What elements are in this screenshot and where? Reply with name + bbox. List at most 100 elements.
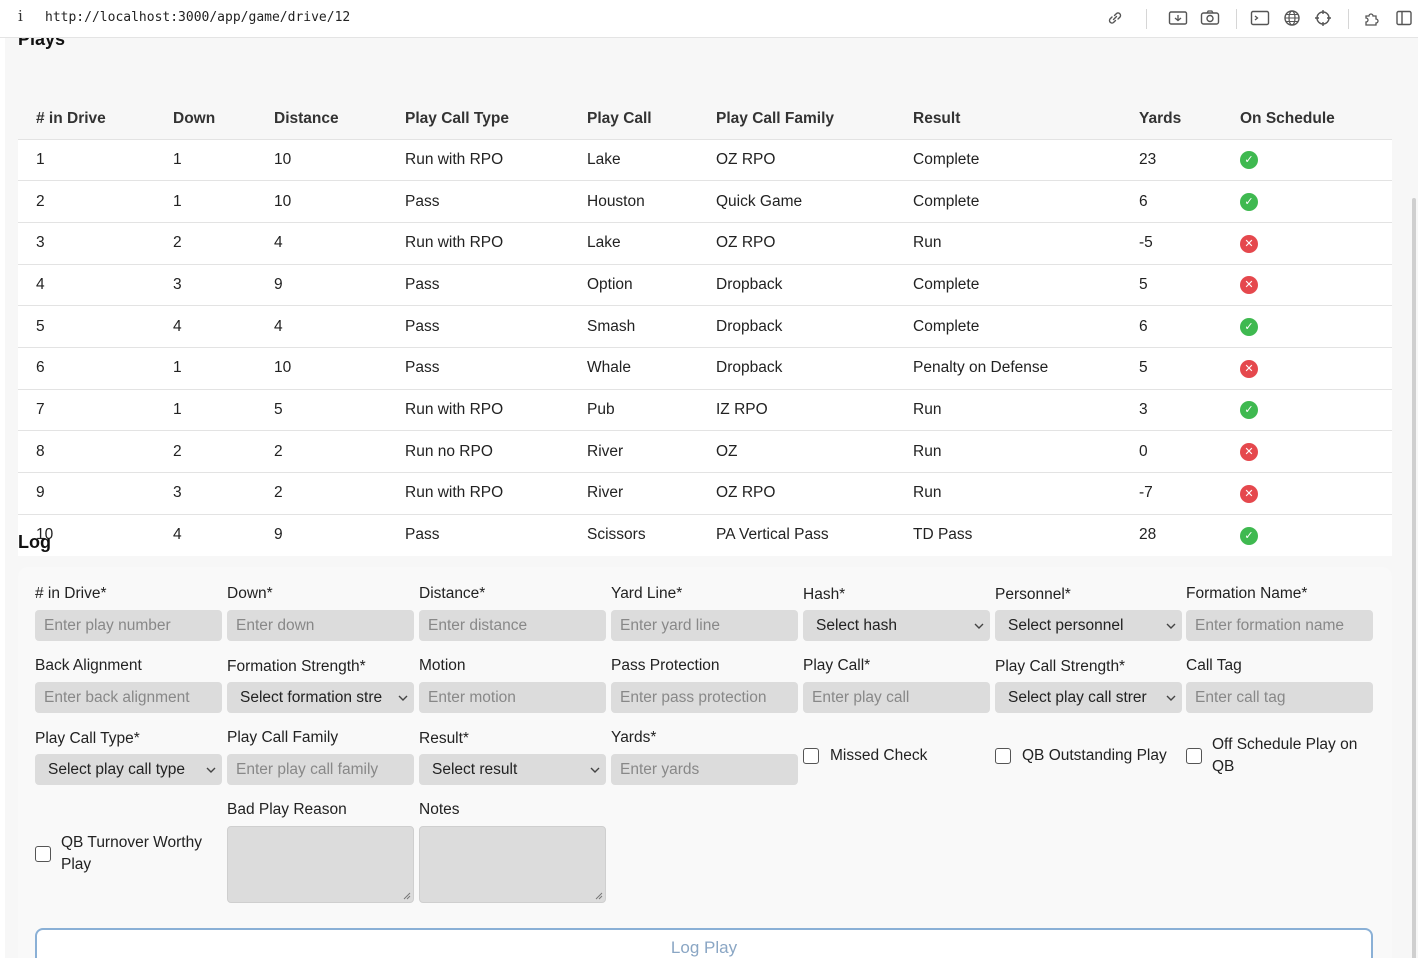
qb-turnover-label: QB Turnover Worthy Play xyxy=(61,834,202,873)
formation-name-input[interactable]: Enter formation name xyxy=(1186,610,1373,641)
result-select[interactable]: Select result xyxy=(419,754,606,785)
table-row[interactable]: 10 4 9 Pass Scissors PA Vertical Pass TD Pass 2… xyxy=(18,513,1392,556)
table-row[interactable]: 9 3 2 Run with RPO River OZ RPO Run -7 ✕ xyxy=(18,472,1392,515)
in-drive-input[interactable]: Enter play number xyxy=(35,610,222,641)
table-row[interactable]: 8 2 2 Run no RPO River OZ Run 0 ✕ xyxy=(18,430,1392,473)
notes-label: Notes xyxy=(419,801,460,818)
x-circle-icon: ✕ xyxy=(1240,484,1258,503)
table-cell-type: Pass xyxy=(405,305,587,348)
table-row[interactable]: 4 3 9 Pass Option Dropback Complete 5 ✕ xyxy=(18,263,1392,306)
personnel-select[interactable]: Select personnel xyxy=(995,610,1182,641)
check-circle-icon: ✓ xyxy=(1240,401,1258,420)
back-alignment-input[interactable]: Enter back alignment xyxy=(35,682,222,713)
play-call-family-input[interactable]: Enter play call family xyxy=(227,754,414,785)
table-cell-yards: 3 xyxy=(1139,388,1240,431)
table-cell-distance: 5 xyxy=(274,388,405,431)
table-row[interactable]: 1 1 10 Run with RPO Lake OZ RPO Complete 23 ✓ xyxy=(18,138,1392,181)
scrollbar[interactable] xyxy=(1412,198,1416,958)
play-call-strength-select[interactable]: Select play call strer xyxy=(995,682,1182,713)
table-cell-down: 4 xyxy=(173,305,274,348)
column-header[interactable]: Down xyxy=(173,100,274,139)
down-input[interactable]: Enter down xyxy=(227,610,414,641)
call-tag-input[interactable]: Enter call tag xyxy=(1186,682,1373,713)
bad-play-reason-textarea[interactable] xyxy=(227,826,414,903)
link-icon[interactable] xyxy=(1105,8,1125,28)
play-call-input[interactable]: Enter play call xyxy=(803,682,990,713)
extensions-icon[interactable] xyxy=(1363,8,1383,28)
yard-line-label: Yard Line* xyxy=(611,585,683,602)
table-cell-num: 3 xyxy=(18,221,173,265)
table-row[interactable]: 7 1 5 Run with RPO Pub IZ RPO Run 3 ✓ xyxy=(18,388,1392,431)
screenshot-icon[interactable] xyxy=(1168,8,1188,28)
sidebar-toggle-icon[interactable] xyxy=(1394,8,1414,28)
table-cell-on-schedule: ✕ xyxy=(1240,263,1392,306)
qb-outstanding-checkbox[interactable] xyxy=(995,748,1011,764)
table-cell-distance: 2 xyxy=(274,430,405,473)
pass-protection-input[interactable]: Enter pass protection xyxy=(611,682,798,713)
globe-icon[interactable] xyxy=(1282,8,1302,28)
motion-input[interactable]: Enter motion xyxy=(419,682,606,713)
table-row[interactable]: 3 2 4 Run with RPO Lake OZ RPO Run -5 ✕ xyxy=(18,221,1392,265)
column-header[interactable]: On Schedule xyxy=(1240,100,1392,139)
column-header[interactable]: Yards xyxy=(1139,100,1240,139)
notes-textarea[interactable] xyxy=(419,826,606,903)
table-row[interactable]: 6 1 10 Pass Whale Dropback Penalty on Defense 5… xyxy=(18,346,1392,390)
column-header[interactable]: Result xyxy=(913,100,1139,139)
table-cell-type: Pass xyxy=(405,513,587,556)
camera-icon[interactable] xyxy=(1200,8,1220,28)
table-cell-family: PA Vertical Pass xyxy=(716,513,913,556)
table-cell-distance: 10 xyxy=(274,138,405,181)
table-cell-result: Run xyxy=(913,388,1139,431)
column-header[interactable]: Play Call Family xyxy=(716,100,913,139)
x-circle-icon: ✕ xyxy=(1240,276,1258,295)
column-header[interactable]: Play Call Type xyxy=(405,100,587,139)
table-cell-down: 1 xyxy=(173,388,274,431)
table-cell-on-schedule: ✓ xyxy=(1240,513,1392,556)
yard-line-input[interactable]: Enter yard line xyxy=(611,610,798,641)
table-cell-family: IZ RPO xyxy=(716,388,913,431)
resize-grip-icon[interactable] xyxy=(403,892,411,900)
log-play-button[interactable]: Log Play xyxy=(35,928,1373,958)
in-drive-label: # in Drive* xyxy=(35,585,107,602)
address-bar[interactable]: http://localhost:3000/app/game/drive/12 xyxy=(45,10,350,25)
play-call-type-select[interactable]: Select play call type xyxy=(35,754,222,785)
distance-input[interactable]: Enter distance xyxy=(419,610,606,641)
column-header[interactable]: Distance xyxy=(274,100,405,139)
table-cell-yards: 6 xyxy=(1139,180,1240,223)
table-cell-type: Run with RPO xyxy=(405,388,587,431)
resize-grip-icon[interactable] xyxy=(595,892,603,900)
table-cell-family: Quick Game xyxy=(716,180,913,223)
distance-label: Distance* xyxy=(419,585,486,602)
terminal-icon[interactable] xyxy=(1250,8,1270,28)
table-row[interactable]: 5 4 4 Pass Smash Dropback Complete 6 ✓ xyxy=(18,305,1392,348)
column-header[interactable]: # in Drive xyxy=(18,100,173,139)
table-cell-num: 6 xyxy=(18,346,173,390)
table-cell-type: Run with RPO xyxy=(405,138,587,181)
hash-select[interactable]: Select hash xyxy=(803,610,990,641)
qb-outstanding-label: QB Outstanding Play xyxy=(1022,747,1167,764)
table-cell-num: 9 xyxy=(18,472,173,515)
table-cell-yards: 5 xyxy=(1139,346,1240,390)
log-heading: Log xyxy=(18,532,51,552)
play-call-family-label: Play Call Family xyxy=(227,729,339,746)
yards-input[interactable]: Enter yards xyxy=(611,754,798,785)
chevron-down-icon xyxy=(1165,682,1177,713)
table-row[interactable]: 2 1 10 Pass Houston Quick Game Complete 6 ✓ xyxy=(18,180,1392,223)
column-header[interactable]: Play Call xyxy=(587,100,716,139)
table-cell-result: Penalty on Defense xyxy=(913,346,1139,390)
table-cell-yards: 28 xyxy=(1139,513,1240,556)
off-schedule-checkbox[interactable] xyxy=(1186,748,1202,764)
play-call-label: Play Call* xyxy=(803,657,871,674)
qb-turnover-checkbox[interactable] xyxy=(35,846,51,862)
formation-strength-select[interactable]: Select formation stre xyxy=(227,682,414,713)
table-cell-down: 3 xyxy=(173,263,274,306)
site-info-icon[interactable]: i xyxy=(18,7,23,25)
table-cell-call: Whale xyxy=(587,346,716,390)
crosshair-icon[interactable] xyxy=(1313,8,1333,28)
check-circle-icon: ✓ xyxy=(1240,318,1258,337)
table-cell-down: 1 xyxy=(173,138,274,181)
table-cell-family: OZ xyxy=(716,430,913,473)
play-call-strength-label: Play Call Strength* xyxy=(995,658,1126,675)
missed-check-checkbox[interactable] xyxy=(803,748,819,764)
table-cell-num: 5 xyxy=(18,305,173,348)
